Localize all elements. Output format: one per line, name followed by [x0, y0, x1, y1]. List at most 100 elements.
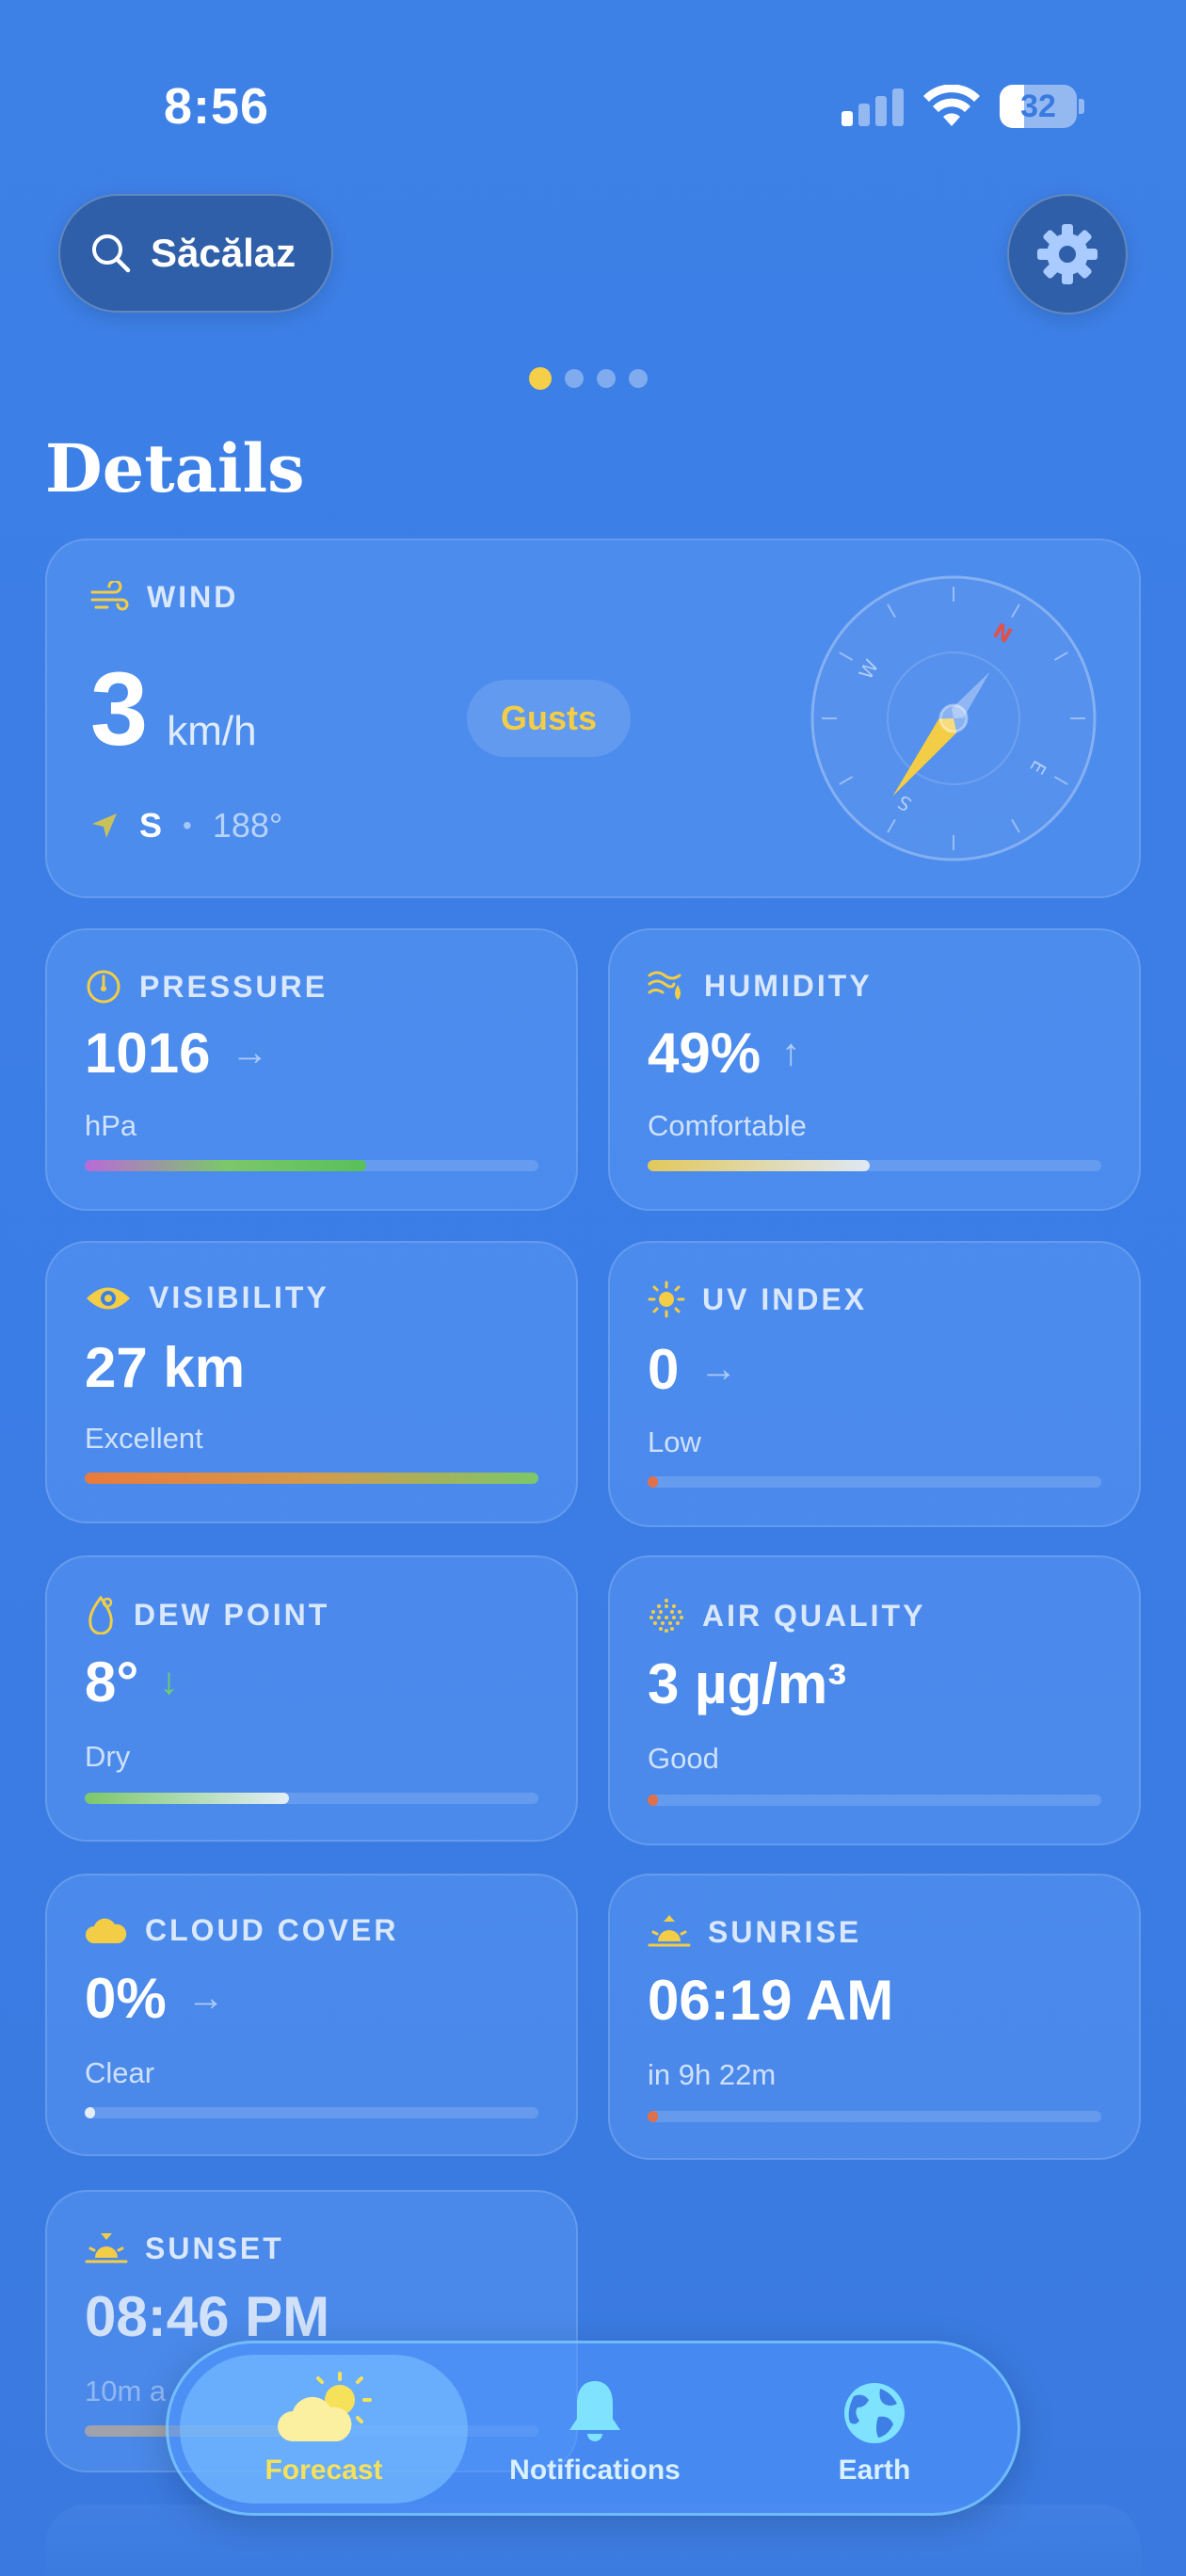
visibility-label: VISIBILITY: [149, 1280, 329, 1314]
status-time: 8:56: [164, 78, 270, 135]
wind-card-header: WIND: [90, 580, 238, 615]
search-icon: [92, 234, 131, 273]
air-quality-label: AIR QUALITY: [702, 1598, 926, 1633]
sunrise-icon: [648, 1915, 691, 1947]
page-dot[interactable]: [629, 369, 648, 388]
tab-forecast[interactable]: Forecast: [180, 2355, 468, 2504]
cloud-cover-card-header: CLOUD COVER: [85, 1913, 398, 1948]
pressure-label: PRESSURE: [139, 969, 329, 1004]
visibility-description: Excellent: [85, 1422, 203, 1455]
sunrise-bar: [648, 2111, 1101, 2122]
wind-compass: N E S W: [810, 575, 1097, 861]
air-particles-icon: [649, 1599, 683, 1633]
navigation-arrow-icon: [92, 813, 117, 838]
sunrise-value: 06:19 AM: [648, 1969, 894, 2032]
dew-point-value: 8°: [85, 1650, 139, 1714]
wind-icon: [90, 580, 129, 610]
humidity-description: Comfortable: [648, 1109, 807, 1142]
page-dot[interactable]: [565, 369, 584, 388]
uv-index-value-row: 0 →: [648, 1337, 737, 1402]
eye-icon: [87, 1287, 130, 1309]
sunrise-description: in 9h 22m: [648, 2058, 777, 2091]
dew-point-bar: [85, 1793, 538, 1804]
cloud-cover-value-row: 0% →: [85, 1966, 225, 2031]
battery-level: 32: [1020, 89, 1056, 124]
sunrise-label: SUNRISE: [708, 1914, 862, 1949]
cellular-signal-icon: [841, 87, 904, 126]
wind-direction-cardinal: S: [139, 806, 163, 845]
page-dot[interactable]: [597, 369, 616, 388]
wind-speed-unit: km/h: [167, 708, 257, 754]
uv-index-description: Low: [648, 1425, 701, 1458]
page-dot[interactable]: [529, 367, 552, 390]
tab-notifications[interactable]: Notifications: [487, 2355, 703, 2504]
cloud-icon: [86, 1918, 127, 1943]
gear-icon: [1037, 224, 1098, 284]
section-title: Details: [45, 429, 305, 507]
trend-right-arrow-icon: →: [231, 1032, 269, 1073]
trend-right-arrow-icon: →: [699, 1348, 738, 1390]
air-quality-value: 3 µg/m³: [648, 1652, 847, 1715]
humidity-value-row: 49% ↑: [648, 1021, 800, 1086]
sunset-description: 10m a: [85, 2375, 167, 2407]
location-name: Săcălaz: [151, 231, 296, 275]
uv-index-card-header: UV INDEX: [648, 1280, 867, 1318]
tab-earth-label: Earth: [838, 2455, 911, 2486]
trend-up-arrow-icon: ↑: [781, 1032, 801, 1073]
pressure-value-row: 1016 →: [85, 1021, 268, 1086]
pressure-card-header: PRESSURE: [85, 968, 328, 1006]
sun-icon: [648, 1280, 685, 1318]
humidity-label: HUMIDITY: [704, 968, 873, 1003]
settings-button[interactable]: [1007, 194, 1128, 314]
cloud-cover-label: CLOUD COVER: [145, 1913, 399, 1947]
sunset-value: 08:46 PM: [85, 2285, 330, 2348]
dew-point-label: DEW POINT: [134, 1597, 330, 1632]
wind-speed-value: 3: [90, 652, 149, 767]
dew-point-card-header: DEW POINT: [85, 1595, 329, 1634]
humidity-value: 49%: [648, 1022, 761, 1085]
trend-right-arrow-icon: →: [186, 1977, 225, 2019]
wind-direction-degrees: 188°: [212, 806, 283, 845]
gusts-badge: Gusts: [467, 680, 631, 757]
page-indicator[interactable]: [529, 367, 648, 390]
gauge-icon: [87, 970, 120, 1004]
humidity-bar: [648, 1160, 1101, 1171]
uv-index-label: UV INDEX: [702, 1281, 868, 1316]
wind-label: WIND: [147, 580, 239, 614]
visibility-bar: [85, 1473, 538, 1484]
sunset-value-row: 08:46 PM: [85, 2284, 329, 2349]
air-quality-description: Good: [648, 1742, 719, 1775]
uv-index-value: 0: [648, 1338, 680, 1401]
sunrise-card-header: SUNRISE: [648, 1913, 861, 1951]
trend-down-arrow-icon: ↓: [159, 1661, 179, 1702]
cloud-cover-value: 0%: [85, 1967, 167, 2030]
pressure-bar: [85, 1160, 538, 1171]
location-search-button[interactable]: Săcălaz: [58, 194, 333, 313]
sunset-card-header: SUNSET: [85, 2230, 284, 2267]
humidity-card-header: HUMIDITY: [648, 968, 873, 1004]
air-quality-card-header: AIR QUALITY: [648, 1597, 925, 1634]
air-quality-value-row: 3 µg/m³: [648, 1651, 846, 1716]
tab-earth[interactable]: Earth: [780, 2355, 969, 2504]
visibility-card-header: VISIBILITY: [85, 1280, 329, 1315]
air-quality-bar: [648, 1795, 1101, 1806]
pressure-value: 1016: [85, 1022, 211, 1085]
dew-point-value-row: 8° ↓: [85, 1650, 178, 1715]
wind-speed: 3 km/h: [90, 650, 257, 769]
partly-cloudy-icon: [278, 2372, 372, 2441]
sunrise-value-row: 06:19 AM: [648, 1968, 893, 2033]
tab-bar: Forecast Notifications Earth: [166, 2341, 1020, 2516]
tab-notifications-label: Notifications: [509, 2455, 681, 2486]
pressure-unit: hPa: [85, 1109, 137, 1142]
cloud-cover-bar: [85, 2107, 538, 2118]
uv-index-bar: [648, 1476, 1101, 1488]
cloud-cover-description: Clear: [85, 2056, 155, 2089]
sunset-icon: [85, 2233, 128, 2263]
visibility-value: 27 km: [85, 1336, 246, 1399]
separator-dot: •: [183, 811, 192, 840]
dew-drop-icon: [88, 1595, 113, 1634]
tab-forecast-label: Forecast: [264, 2455, 383, 2486]
humidity-icon: [648, 971, 681, 1000]
battery-icon: 32: [1000, 85, 1084, 128]
wind-direction: S • 188°: [90, 806, 282, 845]
